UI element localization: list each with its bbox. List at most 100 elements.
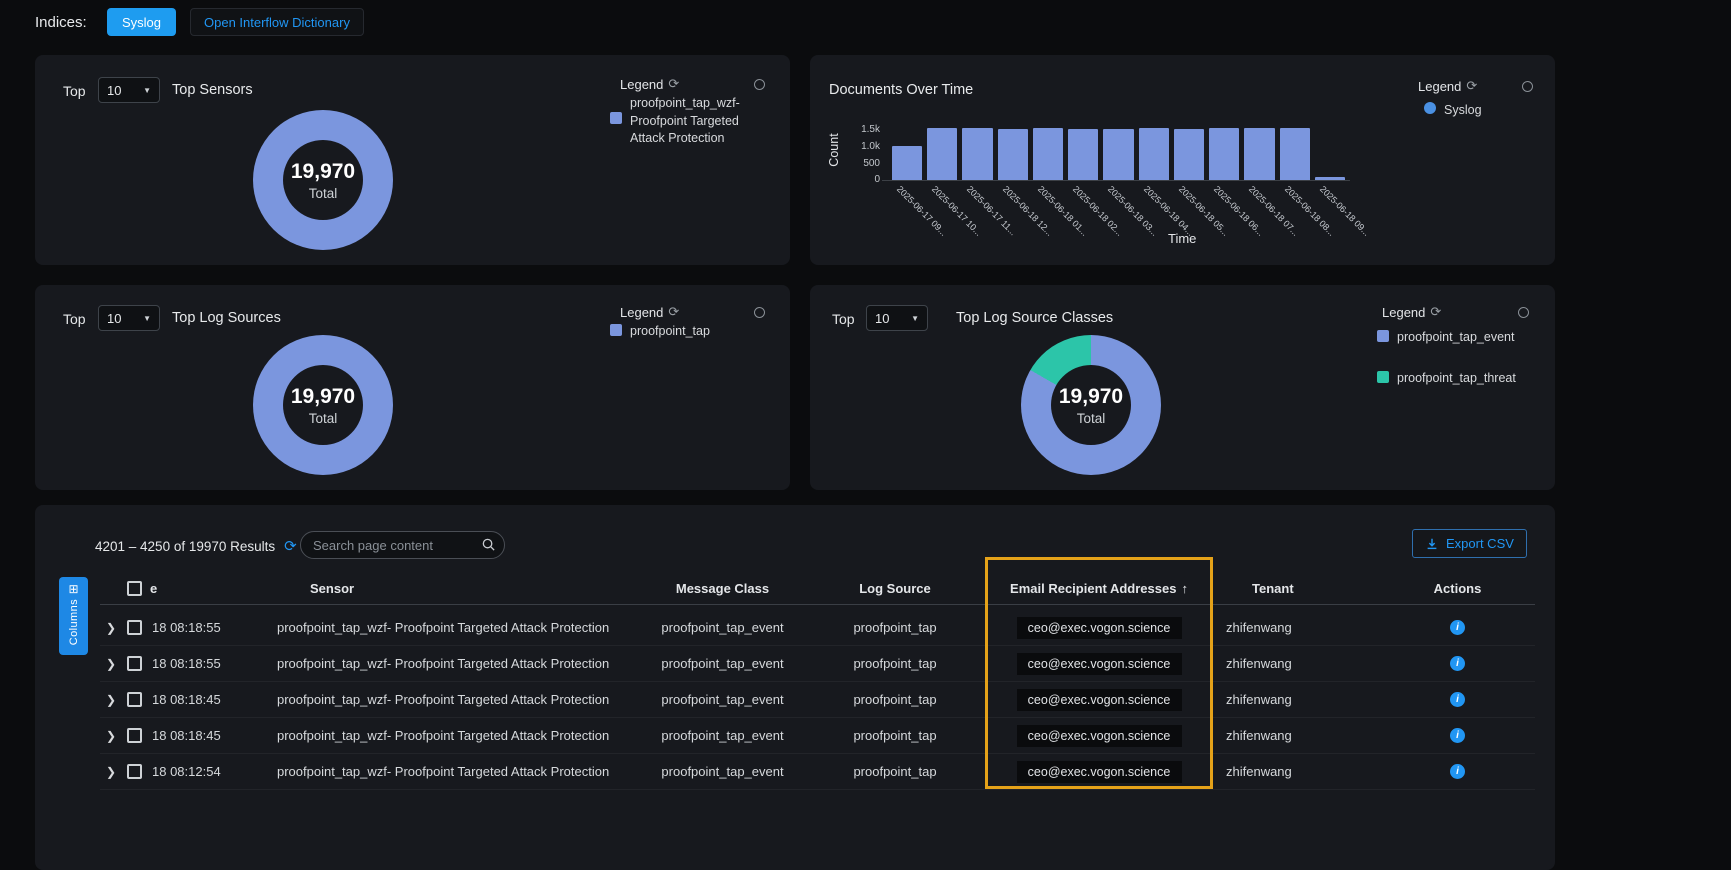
expand-row-icon[interactable]: ❯ (100, 729, 122, 743)
bar[interactable] (1244, 128, 1274, 180)
radio-circle-icon[interactable] (1522, 81, 1533, 92)
expand-row-icon[interactable]: ❯ (100, 765, 122, 779)
top-n-select[interactable]: 10 ▼ (866, 305, 928, 331)
cell-message-class: proofpoint_tap_event (640, 692, 805, 707)
bar[interactable] (1068, 129, 1098, 180)
info-icon[interactable]: i (1450, 656, 1465, 671)
header-message-class[interactable]: Message Class (640, 581, 805, 596)
header-log-source[interactable]: Log Source (805, 581, 985, 596)
select-all-checkbox[interactable] (127, 581, 142, 596)
legend-refresh-icon[interactable]: ⟳ (668, 76, 679, 92)
expand-row-icon[interactable]: ❯ (100, 621, 122, 635)
legend-swatch (610, 112, 622, 124)
legend-item[interactable]: proofpoint_tap (610, 323, 710, 341)
top-n-value: 10 (107, 311, 121, 326)
table-row[interactable]: ❯ 18 08:12:54 proofpoint_tap_wzf- Proofp… (100, 754, 1535, 790)
search-input[interactable] (300, 531, 505, 559)
table-row[interactable]: ❯ 18 08:18:45 proofpoint_tap_wzf- Proofp… (100, 718, 1535, 754)
columns-button[interactable]: ⊞ Columns (59, 577, 88, 655)
syslog-index-button[interactable]: Syslog (107, 8, 176, 36)
panel-title: Top Sensors (172, 82, 253, 98)
header-email-recipient[interactable]: Email Recipient Addresses ↑ (985, 581, 1213, 596)
x-axis-label: Time (1168, 231, 1196, 246)
header-time[interactable]: e (146, 581, 240, 596)
bar[interactable] (998, 129, 1028, 180)
legend-refresh-icon[interactable]: ⟳ (1430, 304, 1441, 320)
email-value[interactable]: ceo@exec.vogon.science (1017, 617, 1182, 639)
legend-title-label: Legend (620, 305, 663, 320)
info-icon[interactable]: i (1450, 692, 1465, 707)
cell-message-class: proofpoint_tap_event (640, 656, 805, 671)
top-n-value: 10 (875, 311, 889, 326)
results-count-label: 4201 – 4250 of 19970 Results (95, 539, 275, 554)
documents-over-time-panel: Documents Over Time Count 1.5k 1.0k 500 … (810, 55, 1555, 265)
bar[interactable] (1103, 129, 1133, 180)
radio-circle-icon[interactable] (754, 307, 765, 318)
legend-item[interactable]: Syslog (1424, 102, 1482, 120)
cell-actions: i (1380, 764, 1535, 779)
email-value[interactable]: ceo@exec.vogon.science (1017, 689, 1182, 711)
cell-tenant: zhifenwang (1213, 764, 1380, 779)
top-n-select[interactable]: 10 ▼ (98, 77, 160, 103)
expand-row-icon[interactable]: ❯ (100, 693, 122, 707)
download-icon (1425, 537, 1439, 551)
cell-tenant: zhifenwang (1213, 620, 1380, 635)
export-csv-button[interactable]: Export CSV (1412, 529, 1527, 558)
bar[interactable] (927, 128, 957, 180)
bar[interactable] (1033, 128, 1063, 180)
email-value[interactable]: ceo@exec.vogon.science (1017, 725, 1182, 747)
legend-refresh-icon[interactable]: ⟳ (668, 304, 679, 320)
info-icon[interactable]: i (1450, 764, 1465, 779)
top-n-select[interactable]: 10 ▼ (98, 305, 160, 331)
header-sensor[interactable]: Sensor (240, 581, 640, 596)
top-log-source-classes-donut-chart[interactable]: 19,970 Total (1021, 335, 1161, 475)
legend-item-label: Syslog (1444, 102, 1482, 120)
panel-title: Documents Over Time (829, 82, 973, 98)
legend-refresh-icon[interactable]: ⟳ (1466, 78, 1477, 94)
cell-email: ceo@exec.vogon.science (985, 617, 1213, 639)
info-icon[interactable]: i (1450, 620, 1465, 635)
bar[interactable] (962, 128, 992, 180)
radio-circle-icon[interactable] (754, 79, 765, 90)
bar[interactable] (1280, 128, 1310, 180)
legend-item[interactable]: proofpoint_tap_wzf- Proofpoint Targeted … (610, 95, 768, 148)
legend-item[interactable]: proofpoint_tap_threat (1377, 370, 1516, 388)
bar[interactable] (892, 146, 922, 180)
open-interflow-dictionary-button[interactable]: Open Interflow Dictionary (190, 8, 364, 36)
bar[interactable] (1139, 128, 1169, 180)
cell-sensor: proofpoint_tap_wzf- Proofpoint Targeted … (240, 692, 640, 707)
top-log-sources-panel: Top 10 ▼ Top Log Sources 19,970 Total Le… (35, 285, 790, 490)
legend-item-label: proofpoint_tap_threat (1397, 370, 1516, 388)
bar[interactable] (1209, 128, 1239, 180)
top-sensors-panel: Top 10 ▼ Top Sensors 19,970 Total Legend… (35, 55, 790, 265)
x-axis-line (882, 180, 1350, 181)
top-log-sources-donut-chart[interactable]: 19,970 Total (253, 335, 393, 475)
donut-total-label: Total (309, 186, 338, 201)
row-checkbox[interactable] (127, 620, 142, 635)
cell-actions: i (1380, 728, 1535, 743)
table-row[interactable]: ❯ 18 08:18:55 proofpoint_tap_wzf- Proofp… (100, 610, 1535, 646)
top-sensors-donut-chart[interactable]: 19,970 Total (253, 110, 393, 250)
header-tenant[interactable]: Tenant (1213, 581, 1380, 596)
legend-item[interactable]: proofpoint_tap_event (1377, 329, 1514, 347)
legend-header: Legend ⟳ (1382, 304, 1441, 320)
email-value[interactable]: ceo@exec.vogon.science (1017, 761, 1182, 783)
row-checkbox[interactable] (127, 656, 142, 671)
columns-button-label: Columns (68, 599, 80, 645)
table-row[interactable]: ❯ 18 08:18:55 proofpoint_tap_wzf- Proofp… (100, 646, 1535, 682)
expand-row-icon[interactable]: ❯ (100, 657, 122, 671)
row-checkbox[interactable] (127, 692, 142, 707)
row-checkbox[interactable] (127, 764, 142, 779)
legend-swatch (1377, 330, 1389, 342)
row-checkbox[interactable] (127, 728, 142, 743)
page-search (300, 531, 505, 559)
legend-title-label: Legend (1382, 305, 1425, 320)
refresh-icon[interactable]: ⟳ (284, 537, 297, 555)
table-row[interactable]: ❯ 18 08:18:45 proofpoint_tap_wzf- Proofp… (100, 682, 1535, 718)
bar[interactable] (1174, 129, 1204, 180)
radio-circle-icon[interactable] (1518, 307, 1529, 318)
cell-actions: i (1380, 692, 1535, 707)
email-value[interactable]: ceo@exec.vogon.science (1017, 653, 1182, 675)
info-icon[interactable]: i (1450, 728, 1465, 743)
cell-log-source: proofpoint_tap (805, 764, 985, 779)
